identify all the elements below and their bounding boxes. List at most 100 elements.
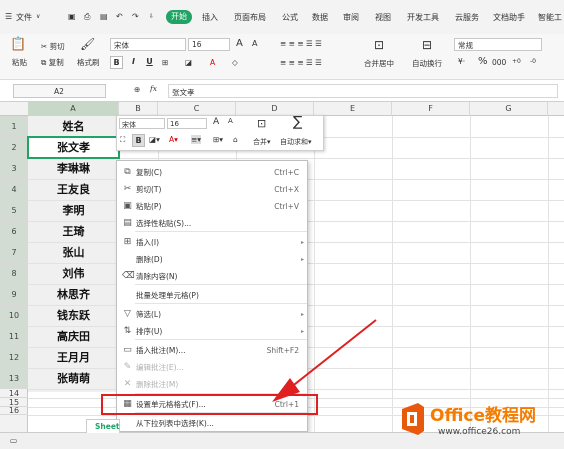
align-top-icon[interactable]: ≡ ≡ ≡ ☰ ☰: [280, 39, 322, 48]
undo-icon[interactable]: ↶: [116, 12, 123, 21]
comma-button[interactable]: 000: [492, 58, 506, 67]
column-header-f[interactable]: F: [392, 102, 470, 116]
increase-decimal-button[interactable]: +0: [512, 58, 521, 65]
cell-a5[interactable]: 李明: [28, 200, 119, 221]
merge-button[interactable]: 合并居中: [364, 58, 394, 69]
cell-a1[interactable]: 姓名: [28, 116, 119, 137]
font-size-select[interactable]: 16: [188, 38, 230, 51]
column-header-b[interactable]: B: [119, 102, 158, 116]
tab-formula[interactable]: 公式: [282, 12, 298, 23]
cell-a6[interactable]: 王琦: [28, 221, 119, 242]
hamburger-icon[interactable]: ☰: [5, 12, 12, 21]
mini-font-grow-icon[interactable]: A: [213, 117, 219, 127]
cell-a10[interactable]: 钱东跃: [28, 305, 119, 326]
context-menu-item[interactable]: ▣ 粘贴(P) Ctrl+V: [117, 199, 309, 214]
context-menu-item[interactable]: ✂ 剪切(T) Ctrl+X: [117, 182, 309, 197]
tab-layout[interactable]: 页面布局: [234, 12, 266, 23]
bold-button[interactable]: B: [110, 56, 123, 69]
font-grow-button[interactable]: A: [236, 38, 243, 49]
number-format-select[interactable]: 常规: [454, 38, 542, 51]
currency-icon[interactable]: ¥·: [458, 57, 465, 66]
mini-fill-icon[interactable]: ◪▾: [149, 135, 160, 144]
cell-a3[interactable]: 李琳琳: [28, 158, 119, 179]
column-header-h[interactable]: H: [548, 102, 564, 116]
mini-autosum-button[interactable]: 自动求和▾: [280, 137, 312, 147]
row-header-5[interactable]: 5: [0, 200, 28, 221]
italic-button[interactable]: I: [127, 56, 140, 69]
row-header-10[interactable]: 10: [0, 305, 28, 326]
paste-icon[interactable]: 📋: [10, 37, 26, 52]
row-header-3[interactable]: 3: [0, 158, 28, 179]
mini-clear-icon[interactable]: ⌂: [233, 135, 238, 144]
tab-start[interactable]: 开始: [166, 10, 192, 24]
sigma-icon[interactable]: ∑: [293, 114, 302, 130]
context-menu-item[interactable]: 删除(D) ▸: [117, 252, 309, 267]
save-icon[interactable]: ▣: [68, 12, 76, 21]
align-left-icon[interactable]: ≡ ≡ ≡ ☰ ☰: [280, 58, 322, 67]
cell-a13[interactable]: 张萌萌: [28, 368, 119, 389]
font-select[interactable]: 宋体: [110, 38, 186, 51]
context-menu-item[interactable]: ⧉ 复制(C) Ctrl+C: [117, 165, 309, 180]
column-header-a[interactable]: A: [28, 102, 119, 116]
tab-data[interactable]: 数据: [312, 12, 328, 23]
tab-smart[interactable]: 智能工: [538, 12, 562, 23]
tab-dochelper[interactable]: 文档助手: [493, 12, 525, 23]
context-menu-item[interactable]: ⊞ 插入(I) ▸: [117, 235, 309, 250]
name-box[interactable]: A2: [13, 84, 106, 98]
cell-a7[interactable]: 张山: [28, 242, 119, 263]
tab-dev[interactable]: 开发工具: [407, 12, 439, 23]
mini-size-select[interactable]: 16: [167, 118, 207, 129]
mini-align-icon[interactable]: ≡▾: [191, 135, 202, 144]
context-menu-item[interactable]: 批量处理单元格(P): [117, 288, 309, 303]
row-header-2[interactable]: 2: [0, 137, 28, 158]
row-header-7[interactable]: 7: [0, 242, 28, 263]
cell-a9[interactable]: 林思齐: [28, 284, 119, 305]
cell-a11[interactable]: 高庆田: [28, 326, 119, 347]
mini-border-icon[interactable]: ⊞▾: [213, 135, 223, 144]
wrap-button[interactable]: 自动换行: [412, 58, 442, 69]
border-icon[interactable]: ⊞: [162, 58, 168, 67]
cell-a2[interactable]: 张文孝: [28, 137, 119, 158]
row-header-12[interactable]: 12: [0, 347, 28, 368]
more-icon[interactable]: ⇩: [149, 13, 154, 20]
row-header-14[interactable]: 14: [0, 389, 28, 398]
cell-a12[interactable]: 王月月: [28, 347, 119, 368]
wrap-icon[interactable]: ⊟: [422, 38, 432, 52]
formula-input[interactable]: 张文孝: [168, 84, 558, 98]
paste-button[interactable]: 粘贴: [12, 57, 27, 68]
cut-button[interactable]: ✂ 剪切: [41, 41, 65, 52]
row-header-16[interactable]: 16: [0, 407, 28, 415]
font-shrink-button[interactable]: A: [252, 39, 257, 48]
menu-file[interactable]: 文件: [16, 12, 32, 23]
tab-review[interactable]: 审阅: [343, 12, 359, 23]
row-header-13[interactable]: 13: [0, 368, 28, 389]
column-header-e[interactable]: E: [314, 102, 392, 116]
eraser-icon[interactable]: ◇: [232, 58, 238, 67]
cell-a8[interactable]: 刘伟: [28, 263, 119, 284]
row-header-4[interactable]: 4: [0, 179, 28, 200]
redo-icon[interactable]: ↷: [132, 12, 139, 21]
row-header-9[interactable]: 9: [0, 284, 28, 305]
print-icon[interactable]: ⎙: [84, 12, 90, 22]
row-header-1[interactable]: 1: [0, 116, 28, 137]
mini-font-shrink-icon[interactable]: A: [228, 117, 233, 125]
mini-brush-icon[interactable]: ⛶: [120, 135, 125, 145]
chevron-down-icon[interactable]: ∨: [36, 13, 40, 20]
mini-font-color-icon[interactable]: A▾: [169, 135, 178, 144]
tab-view[interactable]: 视图: [375, 12, 391, 23]
cell-a4[interactable]: 王友良: [28, 179, 119, 200]
preview-icon[interactable]: ▤: [100, 12, 108, 21]
fx-button[interactable]: fx: [150, 84, 157, 93]
row-header-8[interactable]: 8: [0, 263, 28, 284]
format-painter-icon[interactable]: 🖌: [80, 37, 95, 51]
percent-button[interactable]: %: [478, 56, 488, 67]
context-menu-item[interactable]: 从下拉列表中选择(K)...: [117, 416, 309, 431]
sheet-tab[interactable]: Sheet: [86, 419, 120, 433]
mini-font-select[interactable]: 宋体: [119, 118, 165, 129]
fill-color-icon[interactable]: ◪: [185, 58, 192, 67]
column-header-g[interactable]: G: [470, 102, 548, 116]
format-painter-button[interactable]: 格式刷: [77, 57, 100, 68]
context-menu-item[interactable]: ▤ 选择性粘贴(S)...: [117, 216, 309, 231]
tab-insert[interactable]: 插入: [202, 12, 218, 23]
row-header-11[interactable]: 11: [0, 326, 28, 347]
